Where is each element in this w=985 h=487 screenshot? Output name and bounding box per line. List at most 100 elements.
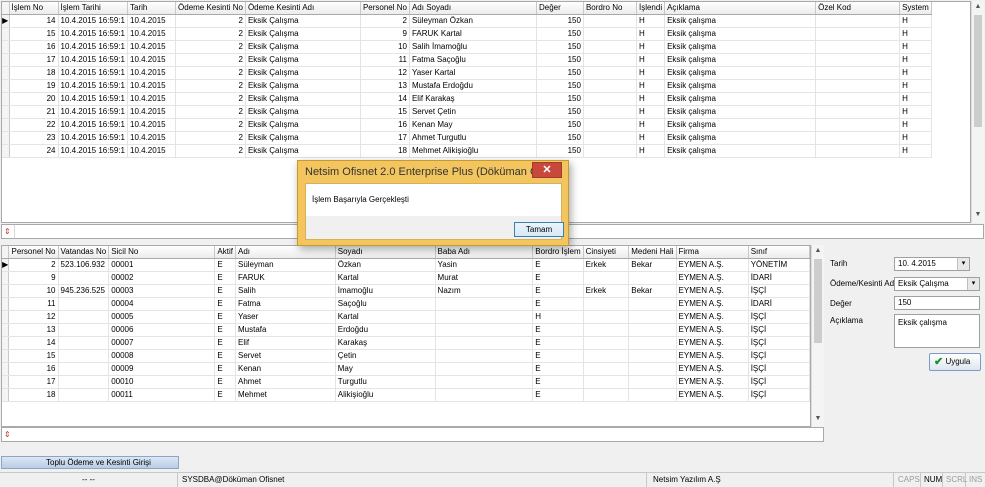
table-cell[interactable]: H	[899, 144, 932, 158]
table-cell[interactable]: İDARİ	[748, 297, 810, 311]
table-cell[interactable]	[815, 144, 901, 158]
table-cell[interactable]	[583, 14, 637, 28]
table-cell[interactable]: 10.4.2015 16:59:1	[58, 92, 129, 106]
table-cell[interactable]: H	[636, 40, 666, 54]
table-cell[interactable]	[58, 349, 110, 363]
table-cell[interactable]: 2	[175, 105, 246, 119]
table-cell[interactable]	[583, 271, 630, 285]
table-cell[interactable]	[628, 310, 677, 324]
close-icon[interactable]: ✕	[532, 162, 562, 178]
table-cell[interactable]: Mehmet	[235, 388, 336, 402]
table-cell[interactable]	[628, 323, 677, 337]
table-cell[interactable]	[583, 362, 630, 376]
current-row-indicator-icon[interactable]: ▶	[2, 258, 10, 272]
table-cell[interactable]: 2	[175, 53, 246, 67]
table-cell[interactable]: EYMEN A.Ş.	[676, 258, 749, 272]
table-cell[interactable]	[583, 66, 637, 80]
table-row[interactable]: 19 10.4.2015 16:59:1 10.4.2015 2 Eksik Çalış…	[2, 79, 932, 93]
table-cell[interactable]: 10.4.2015	[127, 66, 177, 80]
table-cell[interactable]: 10.4.2015 16:59:1	[58, 131, 129, 145]
table-cell[interactable]: 00009	[108, 362, 216, 376]
scroll-thumb[interactable]	[814, 259, 822, 343]
chevron-down-icon[interactable]: ▾	[967, 278, 979, 290]
column-header[interactable]: Ödeme Kesinti No	[175, 2, 246, 15]
table-cell[interactable]: 10.4.2015 16:59:1	[58, 118, 129, 132]
table-cell[interactable]: FARUK Kartal	[409, 27, 537, 41]
table-cell[interactable]	[815, 27, 901, 41]
table-cell[interactable]: Eksik Çalışma	[245, 27, 361, 41]
table-cell[interactable]	[435, 362, 534, 376]
table-cell[interactable]: Nazım	[435, 284, 534, 298]
column-header[interactable]: Adı Soyadı	[409, 2, 537, 15]
table-cell[interactable]: H	[899, 66, 932, 80]
table-cell[interactable]: 18	[9, 66, 59, 80]
table-cell[interactable]: EYMEN A.Ş.	[676, 297, 749, 311]
table-cell[interactable]: 10.4.2015	[127, 79, 177, 93]
table-cell[interactable]: H	[636, 144, 666, 158]
table-cell[interactable]: Eksik çalışma	[664, 131, 817, 145]
table-cell[interactable]: Özkan	[335, 258, 436, 272]
table-cell[interactable]: Eksik çalışma	[664, 105, 817, 119]
table-cell[interactable]: E	[214, 323, 236, 337]
table-cell[interactable]: İŞÇİ	[748, 362, 810, 376]
table-cell[interactable]: 2	[175, 92, 246, 106]
table-cell[interactable]: E	[532, 336, 584, 350]
row-indicator[interactable]	[2, 271, 10, 285]
table-cell[interactable]: 150	[536, 118, 584, 132]
table-cell[interactable]	[435, 323, 534, 337]
table-row[interactable]: 14 00007 E Elif Karakaş E EYMEN A.Ş. İŞÇİ	[2, 336, 810, 350]
table-cell[interactable]: Eksik çalışma	[664, 144, 817, 158]
table-cell[interactable]	[583, 336, 630, 350]
table-cell[interactable]: Servet	[235, 349, 336, 363]
row-indicator[interactable]	[2, 310, 10, 324]
table-cell[interactable]: Kenan May	[409, 118, 537, 132]
table-cell[interactable]: H	[532, 310, 584, 324]
table-cell[interactable]: İŞÇİ	[748, 323, 810, 337]
table-cell[interactable]: 9	[8, 271, 59, 285]
table-cell[interactable]: H	[636, 118, 666, 132]
table-cell[interactable]: 15	[9, 27, 59, 41]
table-cell[interactable]: H	[899, 27, 932, 41]
table-cell[interactable]: Yasin	[435, 258, 534, 272]
table-cell[interactable]: Turgutlu	[335, 375, 436, 389]
table-cell[interactable]: 10.4.2015	[127, 118, 177, 132]
table-cell[interactable]: 2	[360, 14, 410, 28]
table-cell[interactable]: EYMEN A.Ş.	[676, 310, 749, 324]
table-cell[interactable]: E	[214, 375, 236, 389]
table-cell[interactable]: 10.4.2015 16:59:1	[58, 40, 129, 54]
table-cell[interactable]: 12	[8, 310, 59, 324]
tab-bulk-payment-entry[interactable]: Toplu Ödeme ve Kesinti Girişi	[1, 456, 179, 469]
row-indicator[interactable]	[2, 40, 10, 54]
table-cell[interactable]: 14	[8, 336, 59, 350]
table-cell[interactable]: Erkek	[583, 258, 630, 272]
table-cell[interactable]: 16	[9, 40, 59, 54]
table-cell[interactable]: İŞÇİ	[748, 310, 810, 324]
table-cell[interactable]: 2	[175, 27, 246, 41]
table-cell[interactable]: 00011	[108, 388, 216, 402]
table-row[interactable]: 18 10.4.2015 16:59:1 10.4.2015 2 Eksik Çalış…	[2, 66, 932, 80]
table-cell[interactable]: Alikişioğlu	[335, 388, 436, 402]
table-cell[interactable]: 2	[175, 144, 246, 158]
row-indicator[interactable]	[2, 105, 10, 119]
table-cell[interactable]: 23	[9, 131, 59, 145]
column-header[interactable]: Bordro No	[583, 2, 637, 15]
table-cell[interactable]: 10.4.2015	[127, 131, 177, 145]
table-row[interactable]: ▶ 2 523.106.932 00001 E Süleyman Özkan Yasin E Er…	[2, 258, 810, 272]
row-indicator[interactable]	[2, 362, 10, 376]
row-indicator[interactable]	[2, 375, 10, 389]
table-cell[interactable]: H	[899, 118, 932, 132]
column-header[interactable]: Açıklama	[664, 2, 817, 15]
table-cell[interactable]: 10.4.2015	[127, 105, 177, 119]
table-cell[interactable]	[58, 310, 110, 324]
table-cell[interactable]: Eksik çalışma	[664, 118, 817, 132]
table-cell[interactable]	[815, 14, 901, 28]
column-header[interactable]: Adı	[235, 246, 336, 259]
table-cell[interactable]: E	[214, 297, 236, 311]
table-cell[interactable]: İŞÇİ	[748, 336, 810, 350]
row-indicator[interactable]	[2, 92, 10, 106]
row-indicator[interactable]	[2, 118, 10, 132]
table-cell[interactable]: İŞÇİ	[748, 375, 810, 389]
table-cell[interactable]: Eksik çalışma	[664, 40, 817, 54]
column-header[interactable]: Medeni Hali	[628, 246, 677, 259]
table-cell[interactable]: Erdoğdu	[335, 323, 436, 337]
